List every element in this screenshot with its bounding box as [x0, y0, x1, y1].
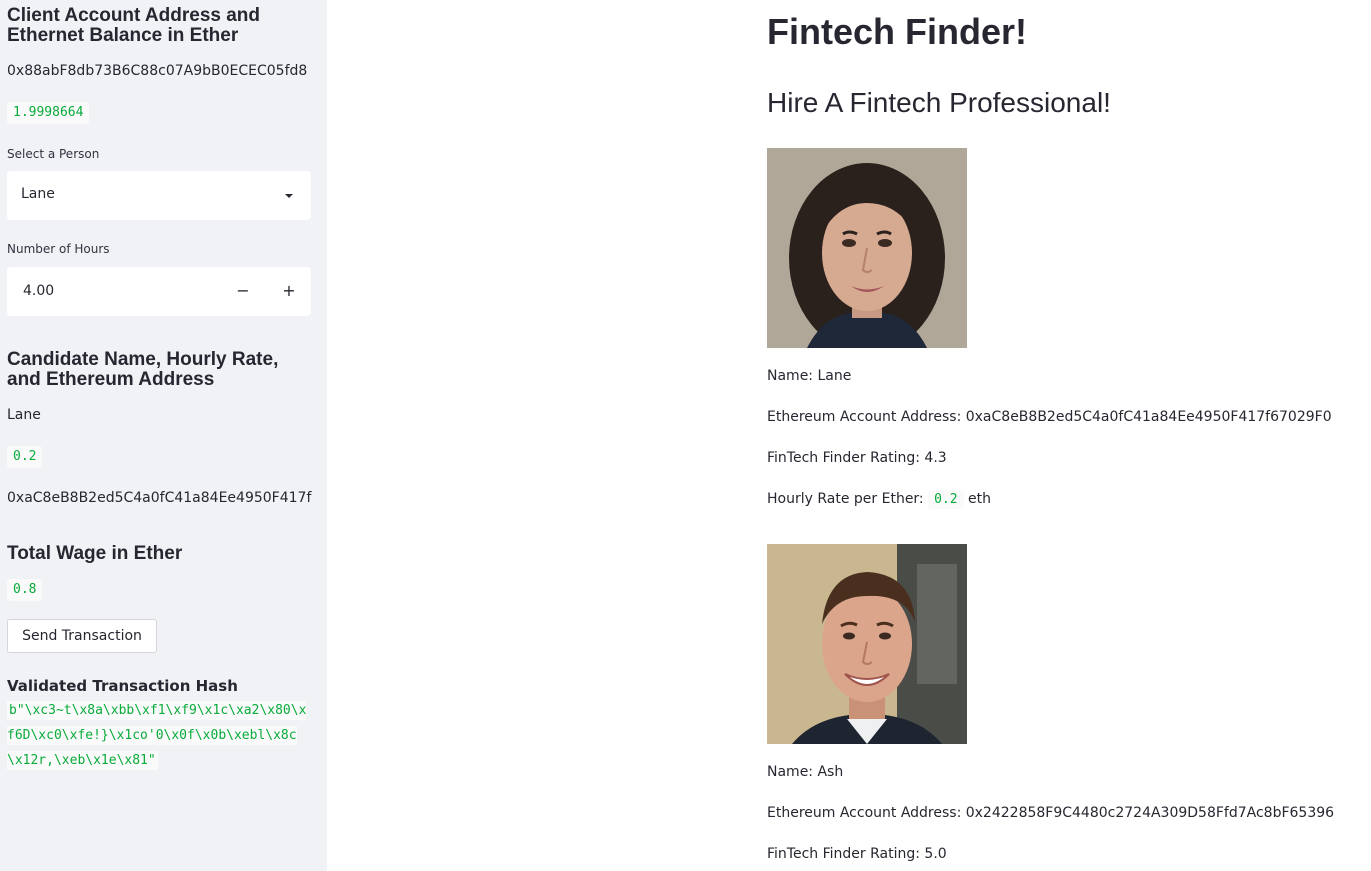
- wage-value: 0.8: [7, 579, 43, 601]
- send-transaction-button[interactable]: Send Transaction: [7, 619, 157, 653]
- candidate-address-ash: Ethereum Account Address: 0x2422858F9C44…: [767, 805, 1335, 821]
- candidate-name-ash: Name: Ash: [767, 764, 844, 780]
- page-title: Fintech Finder!: [767, 11, 1027, 52]
- decrement-button[interactable]: −: [220, 267, 266, 316]
- candidate-name: Lane: [7, 407, 41, 423]
- hours-label: Number of Hours: [7, 242, 110, 256]
- hours-input[interactable]: 4.00 − +: [7, 267, 311, 316]
- sidebar: Client Account Address and Ethernet Bala…: [0, 0, 327, 871]
- candidate-address: 0xaC8eB8B2ed5C4a0fC41a84Ee4950F417f: [7, 490, 312, 506]
- select-person-dropdown[interactable]: Lane: [7, 171, 311, 220]
- candidate-rate: 0.2: [7, 446, 43, 468]
- portrait-woman-image: [767, 148, 967, 348]
- rate-suffix: eth: [968, 491, 992, 507]
- selected-person: Lane: [21, 186, 55, 202]
- select-person-label: Select a Person: [7, 147, 100, 161]
- candidate-address-lane: Ethereum Account Address: 0xaC8eB8B2ed5C…: [767, 409, 1332, 425]
- candidate-name-lane: Name: Lane: [767, 368, 852, 384]
- portrait-man-image: [767, 544, 967, 744]
- account-heading: Client Account Address and Ethernet Bala…: [7, 5, 261, 46]
- hash-label: Validated Transaction Hash: [7, 677, 238, 695]
- increment-button[interactable]: +: [266, 267, 312, 316]
- candidate-rate-lane: Hourly Rate per Ether: 0.2 eth: [767, 490, 992, 509]
- hours-value: 4.00: [23, 283, 55, 299]
- transaction-hash: b"\xc3~t\x8a\xbb\xf1\xf9\x1c\xa2\x80\xf6…: [7, 698, 312, 773]
- balance-value: 1.9998664: [7, 102, 90, 124]
- candidate-photo-ash: [767, 544, 967, 744]
- candidate-rating-lane: FinTech Finder Rating: 4.3: [767, 450, 947, 466]
- candidate-heading: Candidate Name, Hourly Rate, and Ethereu…: [7, 349, 279, 390]
- candidate-rating-ash: FinTech Finder Rating: 5.0: [767, 846, 947, 862]
- candidate-photo-lane: [767, 148, 967, 348]
- wage-heading: Total Wage in Ether: [7, 543, 183, 564]
- transaction-hash-value: b"\xc3~t\x8a\xbb\xf1\xf9\x1c\xa2\x80\xf6…: [7, 701, 307, 770]
- rate-value: 0.2: [928, 490, 964, 509]
- account-address: 0x88abF8db73B6C88c07A9bB0ECEC05fd8: [7, 63, 308, 79]
- chevron-down-icon: [285, 194, 293, 198]
- rate-prefix: Hourly Rate per Ether:: [767, 491, 924, 507]
- page-subtitle: Hire A Fintech Professional!: [767, 87, 1111, 118]
